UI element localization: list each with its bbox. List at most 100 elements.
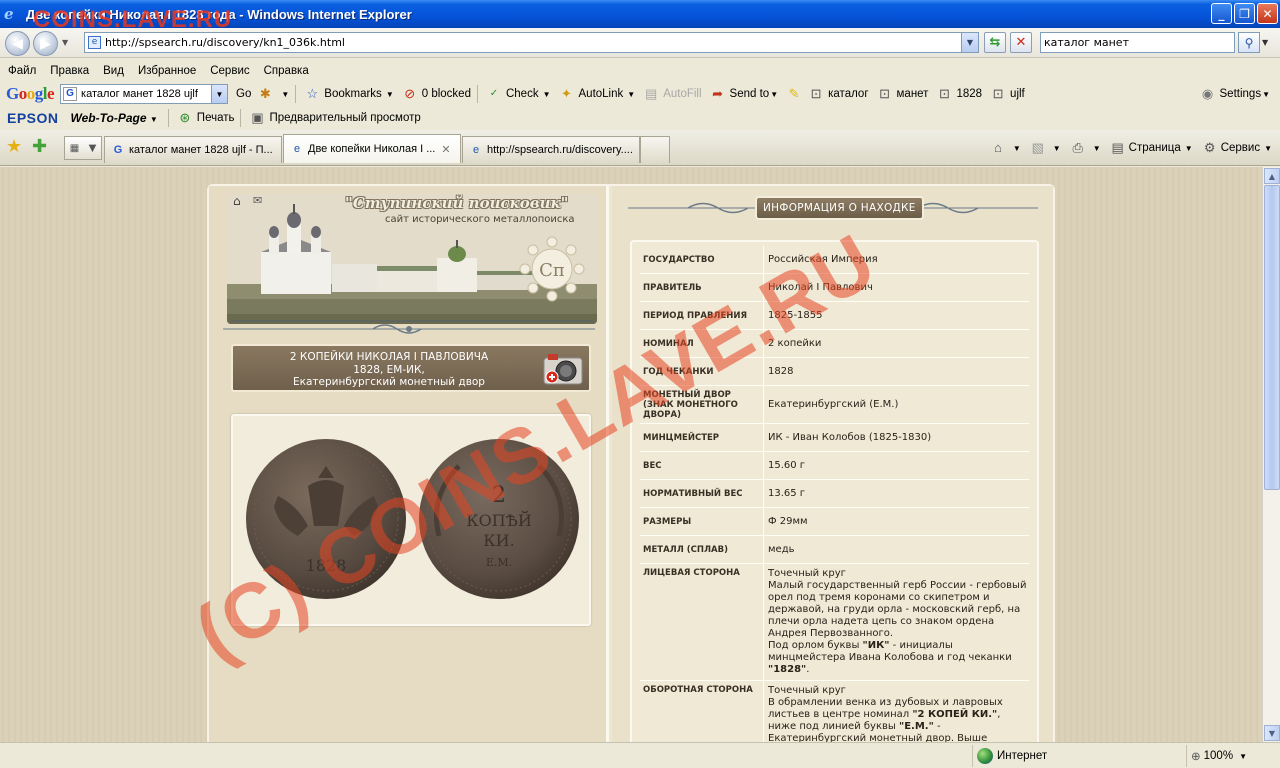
google-logo[interactable]: Google bbox=[6, 84, 55, 104]
google-settings-button[interactable]: ◉ Settings ▼ bbox=[1200, 86, 1270, 102]
find-term-2[interactable]: ⊡ манет bbox=[877, 86, 928, 102]
google-search-dropdown-icon[interactable]: ▼ bbox=[211, 85, 228, 103]
mail-icon[interactable]: ✉ bbox=[253, 194, 262, 207]
google-go-button[interactable]: Go bbox=[236, 88, 251, 100]
refresh-button[interactable]: ⇆ bbox=[984, 32, 1006, 53]
menu-view[interactable]: Вид bbox=[103, 65, 124, 77]
table-row-obverse: ЛИЦЕВАЯ СТОРОНА Точечный круг Малый госу… bbox=[640, 564, 1029, 681]
rss-icon: ▧ bbox=[1031, 140, 1044, 155]
tab-list-dropdown-icon[interactable]: ▼ bbox=[89, 143, 97, 154]
home-icon[interactable]: ⌂ bbox=[233, 194, 241, 208]
vertical-scrollbar[interactable]: ▲ ▼ bbox=[1262, 167, 1280, 742]
quick-tabs-button[interactable]: ▦ ▼ bbox=[64, 136, 102, 160]
find-term-1[interactable]: ⊡ каталог bbox=[808, 86, 869, 102]
coin-photo-frame[interactable]: 1828 2 КОПѢЙ КИ. Е.М. bbox=[231, 414, 591, 626]
google-search-value: каталог манет 1828 ujlf bbox=[81, 88, 198, 100]
scroll-up-icon[interactable]: ▲ bbox=[1264, 168, 1280, 184]
back-button[interactable]: ◀ bbox=[5, 31, 30, 56]
row-value: 15.60 г bbox=[768, 459, 806, 471]
close-tab-icon[interactable]: ✕ bbox=[441, 143, 450, 156]
tab-spsearch[interactable]: e http://spsearch.ru/discovery.... bbox=[462, 136, 640, 163]
search-input[interactable]: каталог манет bbox=[1040, 32, 1235, 53]
table-row: РАЗМЕРЫ Ф 29мм bbox=[640, 508, 1029, 536]
find-term-4[interactable]: ⊡ ujlf bbox=[990, 86, 1025, 102]
favorites-star-icon[interactable]: ★ bbox=[6, 138, 22, 156]
maximize-button[interactable]: ❐ bbox=[1234, 3, 1255, 24]
minimize-button[interactable]: _ bbox=[1211, 3, 1232, 24]
web-to-page-label: Web-To-Page bbox=[70, 110, 147, 125]
page-menu-button[interactable]: ▤ Страница ▼ bbox=[1109, 140, 1192, 156]
menu-file[interactable]: Файл bbox=[8, 65, 36, 77]
find-term-3[interactable]: ⊡ 1828 bbox=[936, 86, 982, 102]
reverse-line: В обрамлении венка из дубовых и лавровых… bbox=[768, 697, 1029, 742]
tab-current-page[interactable]: e Две копейки Николая I ... ✕ bbox=[283, 134, 461, 163]
bookmarks-label: Bookmarks bbox=[324, 88, 382, 100]
autofill-button[interactable]: ▤ AutoFill bbox=[643, 86, 702, 102]
globe-icon bbox=[977, 748, 993, 764]
reverse-ki: КИ. bbox=[483, 531, 514, 550]
history-dropdown-icon[interactable]: ▼ bbox=[62, 38, 68, 47]
highlighter-button[interactable]: ✎ bbox=[786, 86, 806, 102]
tools-menu-button[interactable]: ⚙ Сервис ▼ bbox=[1201, 140, 1272, 156]
zoom-icon: ⊕ bbox=[1191, 751, 1201, 763]
address-dropdown-icon[interactable]: ▼ bbox=[961, 33, 978, 52]
row-key: ПЕРИОД ПРАВЛЕНИЯ bbox=[640, 302, 764, 329]
obverse-date: 1828 bbox=[306, 556, 347, 575]
home-button[interactable]: ⌂ ▼ bbox=[989, 140, 1021, 156]
page-viewport[interactable]: ⌂ ✉ "Ступинский поисковик" сайт историче… bbox=[0, 167, 1262, 742]
reverse-bold: "2 КОПЕЙ КИ." bbox=[912, 709, 998, 720]
stop-button[interactable]: ✕ bbox=[1010, 32, 1032, 53]
add-favorites-icon[interactable]: ✚ bbox=[32, 138, 47, 156]
print-button[interactable]: ⎙ ▼ bbox=[1069, 140, 1101, 156]
spell-check-button[interactable]: ✓ Check ▼ bbox=[486, 86, 551, 102]
check-label: Check bbox=[505, 88, 539, 100]
zoom-dropdown-icon[interactable]: ▼ bbox=[1239, 752, 1247, 761]
menu-help[interactable]: Справка bbox=[264, 65, 309, 77]
menu-favorites[interactable]: Избранное bbox=[138, 65, 196, 77]
obverse-text: Под орлом буквы bbox=[768, 640, 863, 651]
row-value: Российская Империя bbox=[768, 253, 878, 265]
address-url: http://spsearch.ru/discovery/kn1_036k.ht… bbox=[105, 36, 345, 49]
menu-edit[interactable]: Правка bbox=[50, 65, 89, 77]
puzzle-icon[interactable]: ✱ ▼ bbox=[257, 86, 289, 102]
camera-zoom-icon[interactable] bbox=[542, 350, 584, 386]
epson-print-button[interactable]: ⊛ Печать bbox=[177, 110, 234, 126]
coin-title-line3: Екатеринбургский монетный двор bbox=[293, 376, 485, 388]
obverse-bold: "1828" bbox=[768, 664, 807, 675]
table-row: НОМИНАЛ 2 копейки bbox=[640, 330, 1029, 358]
web-to-page-button[interactable]: Web-To-Page ▼ bbox=[71, 111, 158, 125]
close-window-button[interactable]: ✕ bbox=[1257, 3, 1278, 24]
page-icon: ▤ bbox=[1111, 140, 1124, 155]
row-key: РАЗМЕРЫ bbox=[640, 508, 764, 535]
popup-blocker-button[interactable]: ⊘ 0 blocked bbox=[402, 86, 471, 102]
window-title-bar[interactable]: e Две копейки Николая I 1828 года - Wind… bbox=[0, 0, 1280, 28]
ie-logo-icon: e bbox=[4, 5, 14, 23]
security-zone[interactable]: Интернет bbox=[972, 745, 1182, 767]
menu-tools[interactable]: Сервис bbox=[210, 65, 249, 77]
row-value: медь bbox=[768, 543, 795, 555]
right-column: ИНФОРМАЦИЯ О НАХОДКЕ ГОСУДАРСТВО Российск… bbox=[612, 186, 1053, 742]
scroll-thumb[interactable] bbox=[1264, 185, 1280, 490]
autolink-button[interactable]: ✦ AutoLink ▼ bbox=[559, 86, 635, 102]
bookmarks-button[interactable]: ☆ Bookmarks ▼ bbox=[304, 86, 393, 102]
obverse-line: Малый государственный герб России - герб… bbox=[768, 580, 1027, 639]
send-to-button[interactable]: ➦ Send to ▼ bbox=[710, 86, 778, 102]
search-options-dropdown-icon[interactable]: ▼ bbox=[1262, 38, 1268, 47]
google-search-input[interactable]: G каталог манет 1828 ujlf ▼ bbox=[60, 84, 229, 104]
feeds-button[interactable]: ▧ ▼ bbox=[1029, 140, 1061, 156]
address-input[interactable]: e http://spsearch.ru/discovery/kn1_036k.… bbox=[84, 32, 979, 53]
info-table: ГОСУДАРСТВО Российская Империя ПРАВИТЕЛЬ Н… bbox=[630, 240, 1039, 742]
scroll-down-icon[interactable]: ▼ bbox=[1264, 725, 1280, 741]
settings-icon: ◉ bbox=[1201, 86, 1214, 101]
epson-toolbar: EPSON Web-To-Page ▼ ⊛ Печать ▣ Предварител… bbox=[0, 106, 1280, 129]
find-term-icon: ⊡ bbox=[992, 86, 1004, 101]
print-preview-button[interactable]: ▣ Предварительный просмотр bbox=[249, 110, 420, 126]
forward-button[interactable]: ▶ bbox=[33, 31, 58, 56]
search-icon[interactable]: ⚲ bbox=[1238, 32, 1260, 53]
new-tab-button[interactable] bbox=[640, 136, 670, 163]
zoom-control[interactable]: ⊕ 100% ▼ bbox=[1186, 745, 1280, 767]
table-row: ГОД ЧЕКАНКИ 1828 bbox=[640, 358, 1029, 386]
popup-blocked-icon: ⊘ bbox=[404, 86, 416, 101]
status-bar: Интернет ⊕ 100% ▼ bbox=[0, 742, 1280, 768]
tab-google-search[interactable]: G каталог манет 1828 ujlf - П... bbox=[104, 136, 282, 163]
